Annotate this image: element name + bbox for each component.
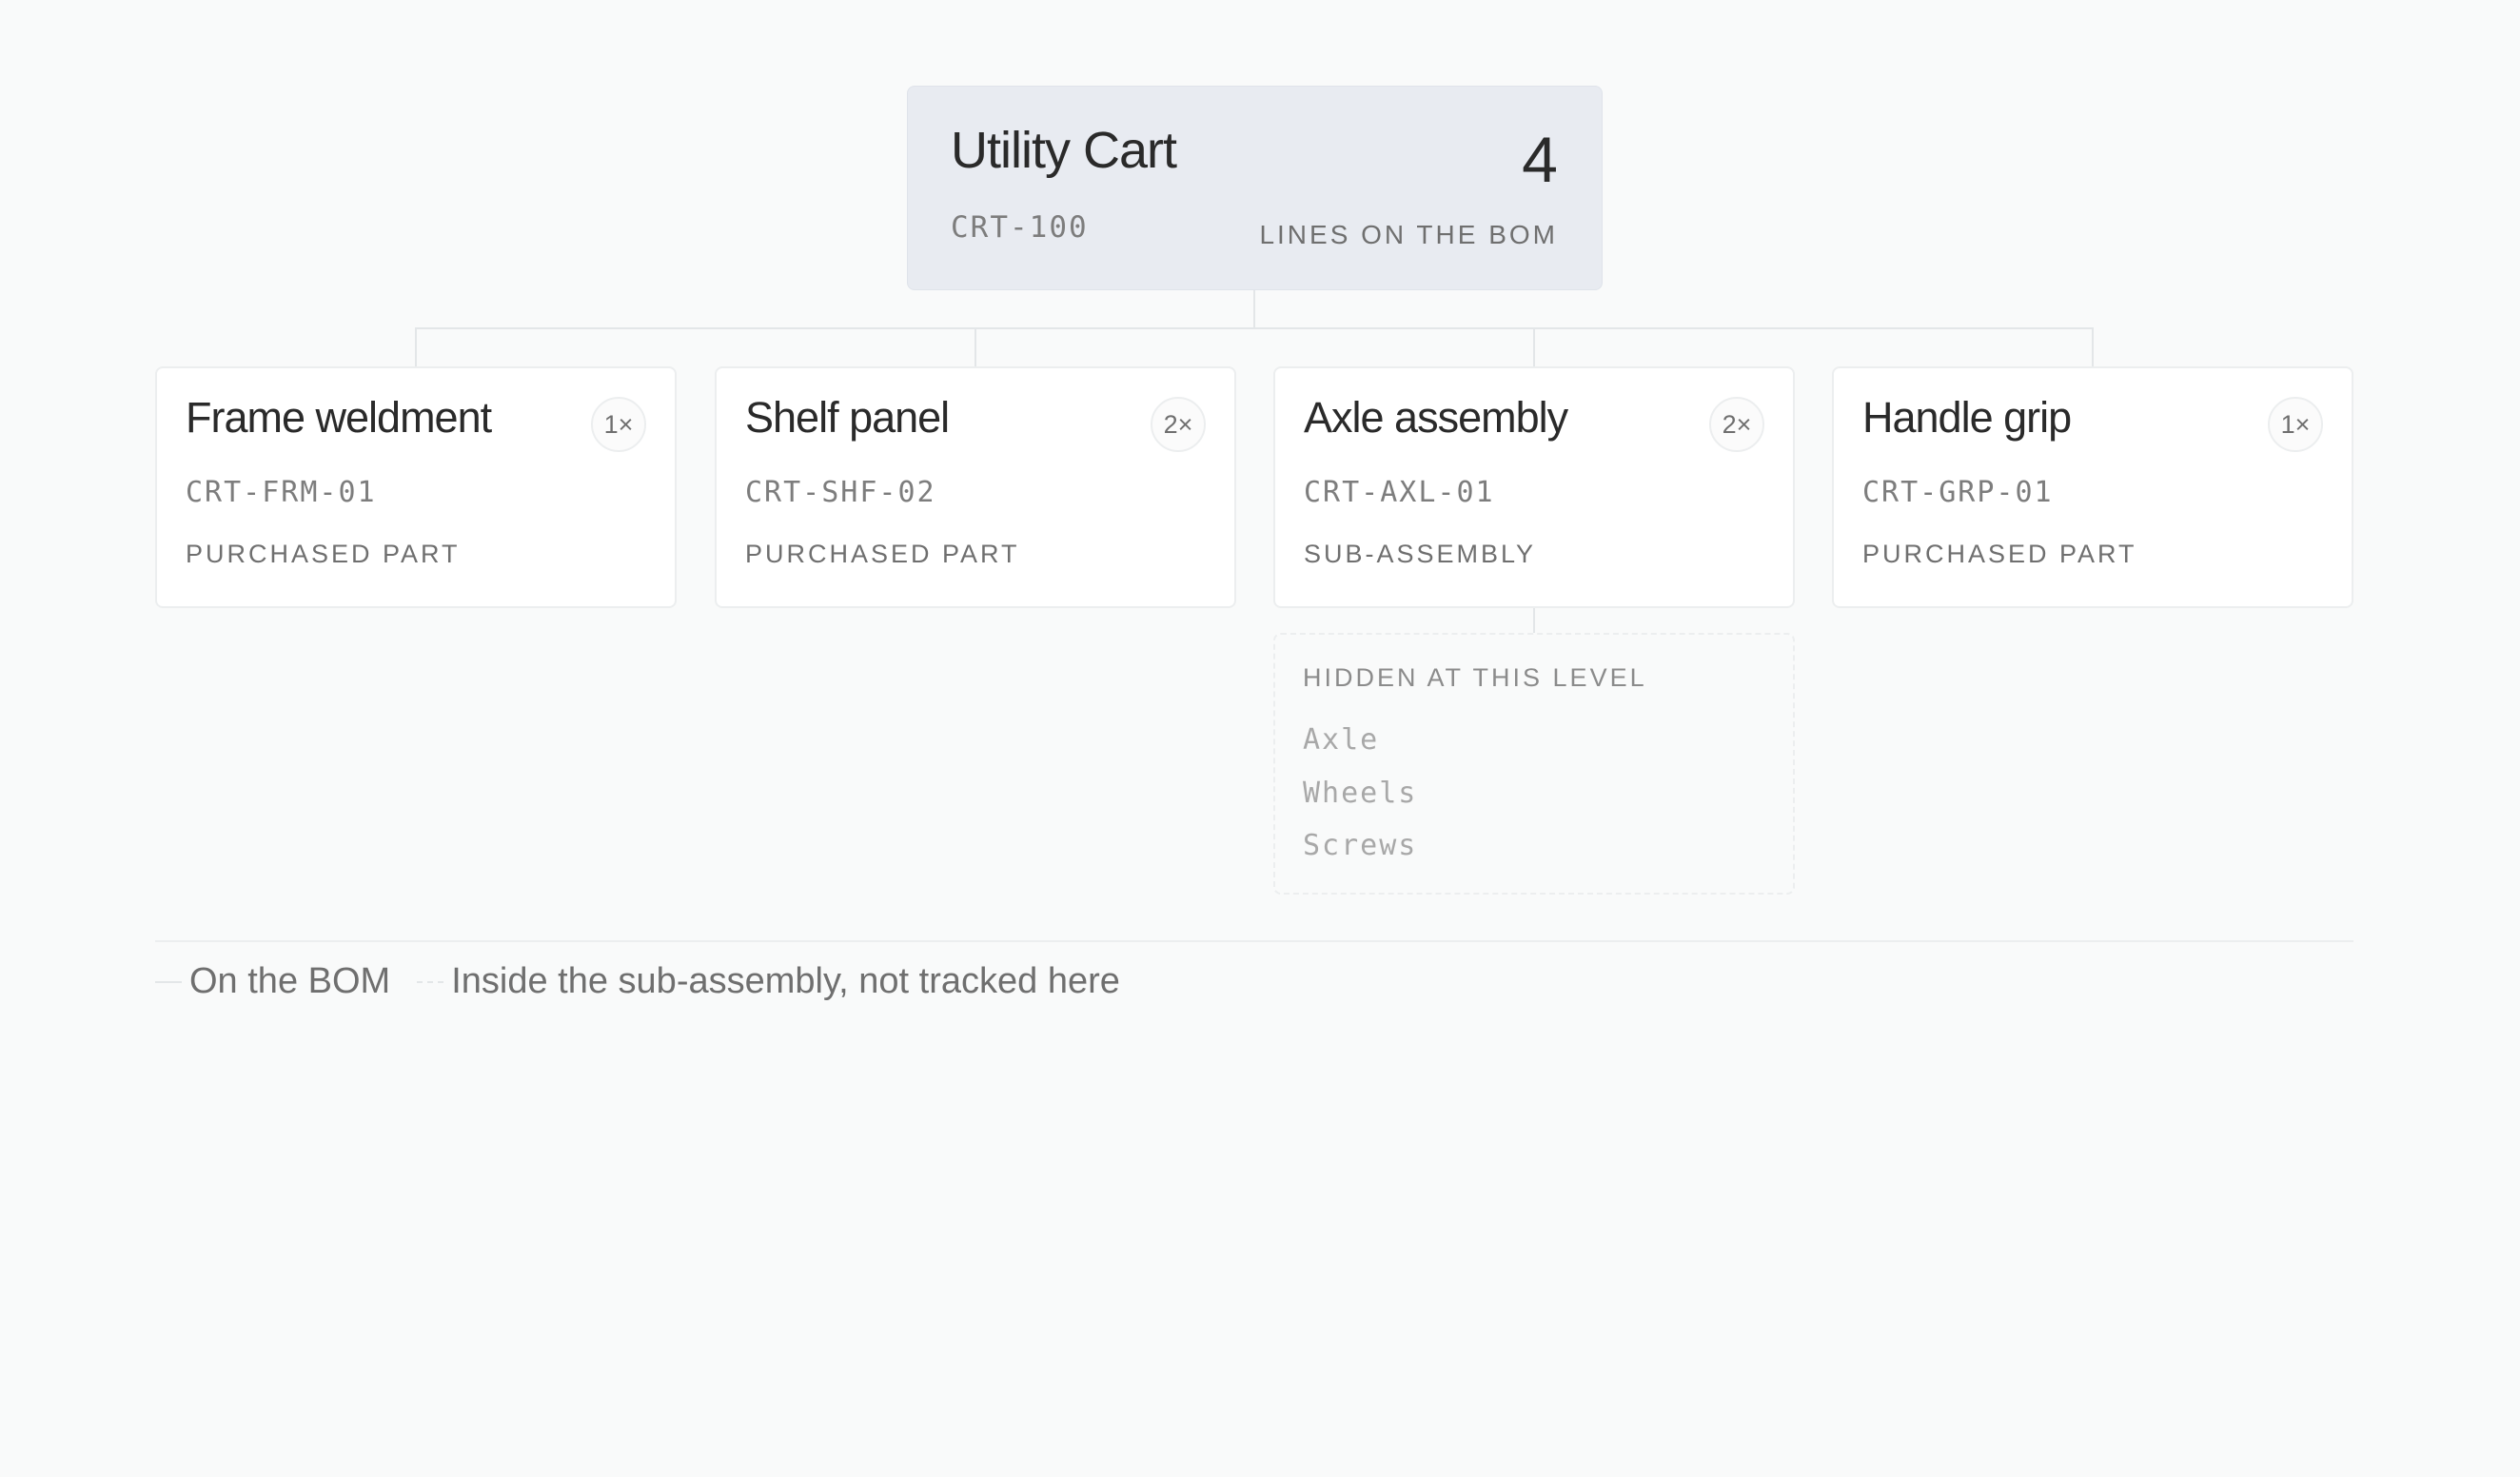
solid-line-swatch [155, 980, 182, 983]
bom-line-card: Shelf panel 2× CRT-SHF-02 PURCHASED PART [715, 366, 1236, 608]
part-code: CRT-FRM-01 [186, 476, 377, 509]
hidden-level-title: HIDDEN AT THIS LEVEL [1303, 663, 1647, 692]
hidden-item: Screws [1303, 829, 1418, 862]
quantity-badge: 2× [1709, 397, 1764, 452]
part-name: Shelf panel [745, 393, 950, 442]
bom-line-card: Handle grip 1× CRT-GRP-01 PURCHASED PART [1832, 366, 2353, 608]
connector-drop-shelf [975, 327, 976, 366]
part-type: PURCHASED PART [745, 540, 1020, 568]
connector-axle-to-hidden [1533, 608, 1535, 633]
part-name: Axle assembly [1304, 393, 1568, 442]
quantity-badge: 1× [591, 397, 646, 452]
bom-line-card: Frame weldment 1× CRT-FRM-01 PURCHASED P… [155, 366, 677, 608]
part-code: CRT-SHF-02 [745, 476, 936, 509]
root-assembly-card: Utility Cart CRT-100 4 LINES ON THE BOM [907, 86, 1603, 290]
quantity-badge: 1× [2268, 397, 2323, 452]
part-type: PURCHASED PART [1862, 540, 2137, 568]
quantity-badge: 2× [1151, 397, 1206, 452]
bom-line-card: Axle assembly 2× CRT-AXL-01 SUB-ASSEMBLY [1273, 366, 1795, 608]
connector-drop-axle [1533, 327, 1535, 366]
root-assembly-name: Utility Cart [951, 122, 1177, 179]
dashed-line-swatch [417, 980, 444, 983]
part-type: SUB-ASSEMBLY [1304, 540, 1537, 568]
bom-line-count: 4 [1522, 124, 1558, 196]
connector-root-stem [1253, 290, 1255, 328]
legend-divider [155, 940, 2353, 942]
legend: On the BOM Inside the sub-assembly, not … [155, 961, 1120, 1002]
legend-on-bom: On the BOM [189, 961, 391, 1001]
bom-line-count-label: LINES ON THE BOM [1259, 220, 1558, 249]
hidden-subassembly-box: HIDDEN AT THIS LEVEL Axle Wheels Screws [1273, 633, 1795, 895]
part-name: Frame weldment [186, 393, 492, 442]
connector-drop-frame [415, 327, 417, 366]
legend-inside-subassembly: Inside the sub-assembly, not tracked her… [451, 961, 1120, 1001]
connector-horizontal-bar [415, 327, 2094, 329]
part-code: CRT-AXL-01 [1304, 476, 1495, 509]
hidden-item: Wheels [1303, 777, 1418, 810]
root-assembly-code: CRT-100 [951, 210, 1089, 245]
hidden-item: Axle [1303, 723, 1380, 757]
part-type: PURCHASED PART [186, 540, 461, 568]
part-code: CRT-GRP-01 [1862, 476, 2054, 509]
part-name: Handle grip [1862, 393, 2072, 442]
connector-drop-handle [2092, 327, 2094, 366]
